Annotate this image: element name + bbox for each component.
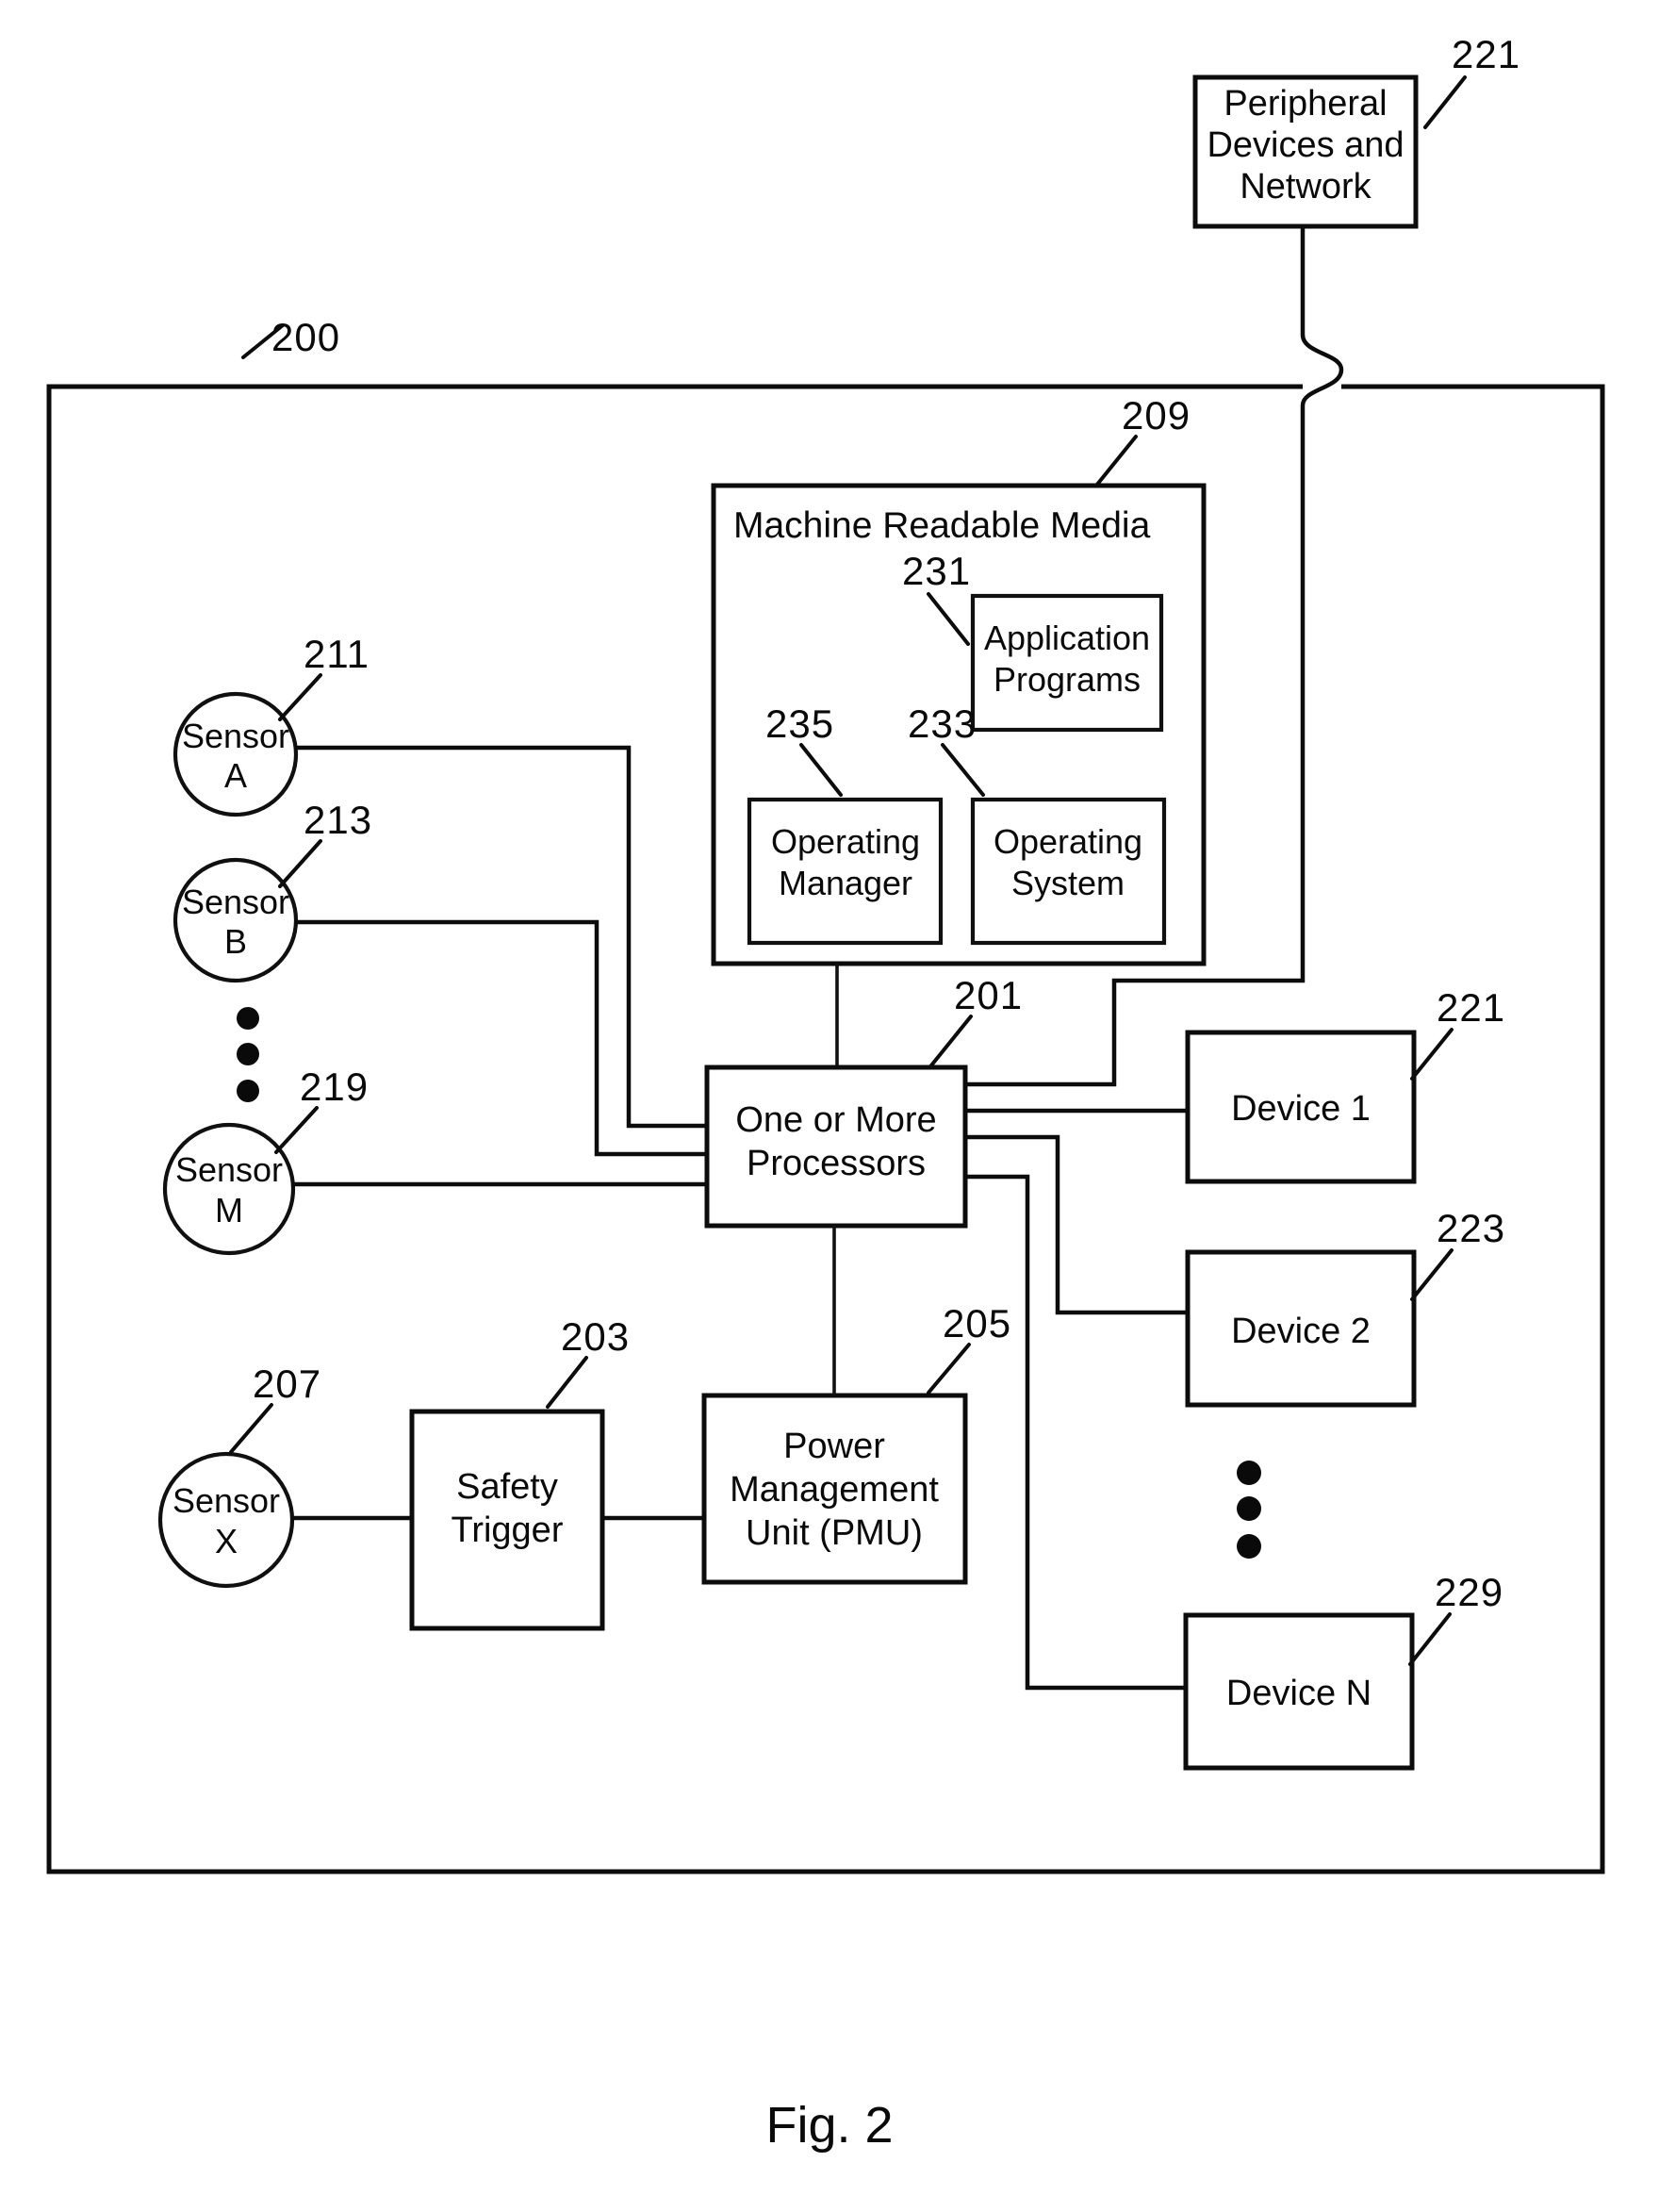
ref-231: 231: [902, 549, 971, 593]
ref-200: 200: [271, 315, 340, 359]
sensor-a-line-2: A: [224, 756, 247, 795]
device-2-leader-223: [1410, 1248, 1454, 1301]
sensor-m-leader-219: [274, 1106, 319, 1154]
sensor-x-line-2: X: [215, 1522, 238, 1560]
device-n-leader-229: [1408, 1612, 1452, 1666]
block-diagram: 200 Peripheral Devices and Network 221 M…: [46, 32, 1605, 2154]
sensor-m-line-1: Sensor: [175, 1150, 283, 1189]
device-1-leader-221: [1410, 1028, 1454, 1081]
ref-221-peripheral: 221: [1452, 32, 1520, 76]
pmu-line-2: Management: [730, 1470, 939, 1510]
safety-trigger-line-1: Safety: [456, 1467, 558, 1507]
operating-manager-line-2: Manager: [779, 864, 912, 902]
processors-line-2: Processors: [747, 1144, 926, 1183]
ref-223: 223: [1437, 1206, 1505, 1250]
machine-readable-media-leader-209: [1094, 435, 1138, 487]
ref-235: 235: [765, 702, 834, 746]
wire-processors-to-device-n: [965, 1174, 1186, 1691]
peripheral-line-1: Peripheral: [1224, 84, 1387, 124]
operating-system-line-1: Operating: [994, 822, 1142, 861]
sensor-m-line-2: M: [215, 1191, 243, 1230]
sensor-b-line-2: B: [224, 922, 247, 961]
device-2-label: Device 2: [1231, 1312, 1371, 1351]
sensor-x-leader-207: [229, 1403, 273, 1454]
ref-219: 219: [300, 1065, 369, 1109]
ref-207: 207: [253, 1362, 321, 1406]
peripheral-line-3: Network: [1240, 167, 1372, 206]
ref-233: 233: [908, 702, 977, 746]
ref-205: 205: [943, 1301, 1011, 1345]
operating-system-line-2: System: [1011, 864, 1125, 902]
ref-209: 209: [1122, 393, 1191, 437]
pmu-line-3: Unit (PMU): [746, 1513, 923, 1553]
sensor-a-line-1: Sensor: [182, 717, 289, 755]
sensor-x-line-1: Sensor: [172, 1481, 280, 1520]
ref-229: 229: [1435, 1570, 1503, 1614]
figure-caption: Fig. 2: [765, 2097, 893, 2154]
sensor-m-node[interactable]: [162, 1122, 296, 1256]
pmu-line-1: Power: [783, 1427, 885, 1466]
machine-readable-media-title: Machine Readable Media: [733, 505, 1151, 546]
ref-201: 201: [954, 973, 1023, 1017]
peripheral-line-2: Devices and: [1207, 125, 1404, 165]
safety-trigger-leader-203: [546, 1356, 588, 1409]
sensor-b-line-1: Sensor: [182, 883, 289, 921]
processors-line-1: One or More: [735, 1100, 936, 1140]
application-programs-line-2: Programs: [994, 660, 1141, 699]
device-1-label: Device 1: [1231, 1089, 1371, 1129]
ref-211: 211: [304, 632, 370, 676]
sensor-b-leader-213: [278, 839, 322, 888]
ref-221-device-1: 221: [1437, 985, 1505, 1030]
sensor-list-ellipsis: [237, 1007, 259, 1102]
peripheral-leader-221: [1423, 75, 1467, 129]
wire-sensor-b-to-processors: [295, 919, 707, 1157]
application-programs-line-1: Application: [984, 619, 1150, 657]
sensor-x-node[interactable]: [157, 1451, 295, 1589]
ref-213: 213: [304, 798, 372, 842]
ref-203: 203: [561, 1314, 630, 1359]
sensor-a-leader-211: [278, 673, 322, 721]
device-n-label: Device N: [1226, 1674, 1372, 1713]
device-list-ellipsis: [1237, 1461, 1261, 1559]
processors-leader-201: [929, 1015, 973, 1067]
safety-trigger-line-2: Trigger: [452, 1510, 564, 1550]
figure-canvas: 200 Peripheral Devices and Network 221 M…: [0, 0, 1659, 2212]
operating-manager-line-1: Operating: [771, 822, 920, 861]
pmu-leader-205: [927, 1343, 971, 1395]
wire-processors-to-device-2: [965, 1134, 1188, 1315]
